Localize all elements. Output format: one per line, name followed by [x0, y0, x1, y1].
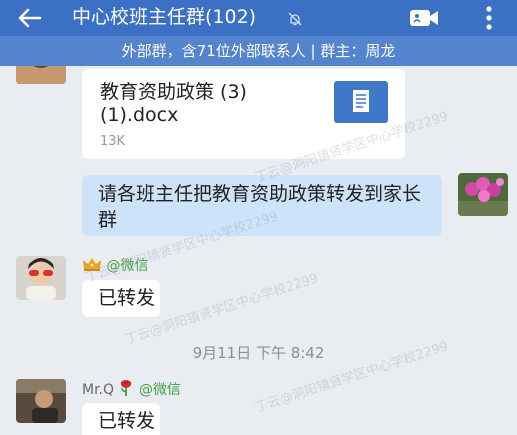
video-call-icon — [410, 10, 438, 26]
file-size: 13K — [100, 134, 126, 149]
avatar[interactable] — [16, 379, 66, 423]
group-info-bar[interactable]: 外部群，含71位外部联系人 | 群主：周龙 — [0, 36, 517, 66]
message-text: 已转发 — [98, 287, 156, 309]
avatar[interactable] — [16, 256, 66, 300]
top-app-bar: 中心校班主任群(102) — [0, 0, 517, 36]
sender-nickname: Mr.Q — [82, 382, 115, 398]
message-text: 已转发 — [98, 410, 156, 432]
more-options-button[interactable] — [476, 2, 502, 34]
incoming-message-bubble[interactable]: 已转发 — [82, 280, 160, 317]
crown-icon — [83, 258, 101, 271]
timestamp: 9月11日 下午 8:42 — [192, 344, 325, 362]
file-name: 教育资助政策 (3) (1).docx — [100, 81, 247, 126]
incoming-message-bubble[interactable]: 已转发 — [82, 403, 160, 435]
outgoing-message-bubble[interactable]: 请各班主任把教育资助政策转发到家长群 — [82, 175, 442, 236]
video-call-button[interactable] — [408, 7, 440, 29]
more-vertical-icon — [486, 6, 492, 30]
sender-name[interactable]: Mr.Q @微信 — [82, 379, 181, 399]
message-text: 请各班主任把教育资助政策转发到家长群 — [98, 183, 422, 231]
chat-area[interactable]: 教育资助政策 (3) (1).docx 13K 请各班主任把教育资助政策转发到家… — [0, 66, 517, 435]
avatar[interactable] — [458, 173, 508, 216]
back-button[interactable] — [12, 3, 48, 33]
sender-source: @微信 — [138, 382, 181, 398]
sender-name[interactable]: @微信 — [82, 256, 148, 275]
bell-off-icon — [287, 11, 303, 26]
file-message-card[interactable]: 教育资助政策 (3) (1).docx 13K — [82, 69, 405, 159]
rose-icon — [121, 380, 132, 396]
chat-title[interactable]: 中心校班主任群(102) — [72, 5, 256, 29]
document-icon — [334, 81, 388, 123]
arrow-left-icon — [18, 8, 42, 28]
sender-source: @微信 — [106, 258, 149, 274]
avatar[interactable] — [16, 66, 66, 84]
